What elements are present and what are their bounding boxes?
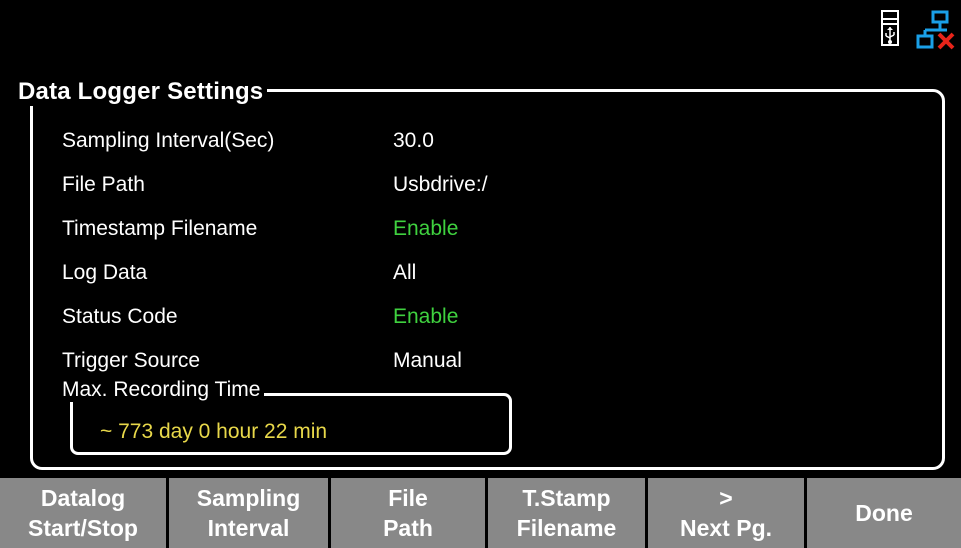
softkey-label-line2: Next Pg. (679, 515, 773, 541)
softkey-label-line1: Done (855, 500, 913, 526)
settings-list: Sampling Interval(Sec) 30.0 File Path Us… (62, 119, 662, 383)
setting-label: Timestamp Filename (62, 217, 258, 240)
setting-value: 30.0 (393, 129, 434, 152)
softkey-label-line1: File (388, 485, 428, 511)
setting-label: Trigger Source (62, 349, 201, 372)
softkey-label-line2: Path (383, 515, 433, 541)
datalogger-screen: Data Logger Settings Sampling Interval(S… (0, 0, 961, 548)
setting-row-trigger-source[interactable]: Trigger Source Manual (62, 339, 662, 383)
softkey-label-line1: T.Stamp (522, 485, 611, 511)
status-bar (881, 10, 955, 50)
setting-value: Enable (393, 305, 459, 328)
setting-value: All (393, 261, 417, 284)
max-recording-time-value: ~ 773 day 0 hour 22 min (100, 420, 328, 443)
setting-row-log-data[interactable]: Log Data All (62, 251, 662, 295)
setting-label: Log Data (62, 261, 148, 284)
setting-label: File Path (62, 173, 145, 196)
softkey-label-line1: Sampling (196, 485, 301, 511)
setting-value: Manual (393, 349, 462, 372)
setting-row-timestamp-filename[interactable]: Timestamp Filename Enable (62, 207, 662, 251)
max-recording-time-label: Max. Recording Time (60, 378, 265, 402)
panel-title: Data Logger Settings (18, 78, 268, 106)
datalog-start-stop-button[interactable]: Datalog Start/Stop (0, 478, 166, 548)
softkey-label-line1: Datalog (40, 485, 126, 511)
setting-label: Sampling Interval(Sec) (62, 129, 275, 152)
softkey-label-line2: Start/Stop (28, 515, 138, 541)
setting-value: Enable (393, 217, 459, 240)
setting-row-status-code[interactable]: Status Code Enable (62, 295, 662, 339)
softkey-label-line2: Interval (207, 515, 290, 541)
setting-label: Status Code (62, 305, 178, 328)
file-path-button[interactable]: File Path (331, 478, 485, 548)
softkey-label-line2: Filename (516, 515, 617, 541)
timestamp-filename-button[interactable]: T.Stamp Filename (488, 478, 645, 548)
next-page-button[interactable]: > Next Pg. (648, 478, 804, 548)
setting-row-file-path[interactable]: File Path Usbdrive:/ (62, 163, 662, 207)
setting-row-sampling-interval[interactable]: Sampling Interval(Sec) 30.0 (62, 119, 662, 163)
usb-drive-icon (881, 10, 899, 46)
done-button[interactable]: Done (807, 478, 961, 548)
lan-disconnected-icon (915, 10, 955, 50)
softkey-label-line1: > (719, 485, 733, 511)
softkey-bar: Datalog Start/Stop Sampling Interval Fil… (0, 478, 961, 548)
sampling-interval-button[interactable]: Sampling Interval (169, 478, 328, 548)
setting-value: Usbdrive:/ (393, 173, 488, 196)
